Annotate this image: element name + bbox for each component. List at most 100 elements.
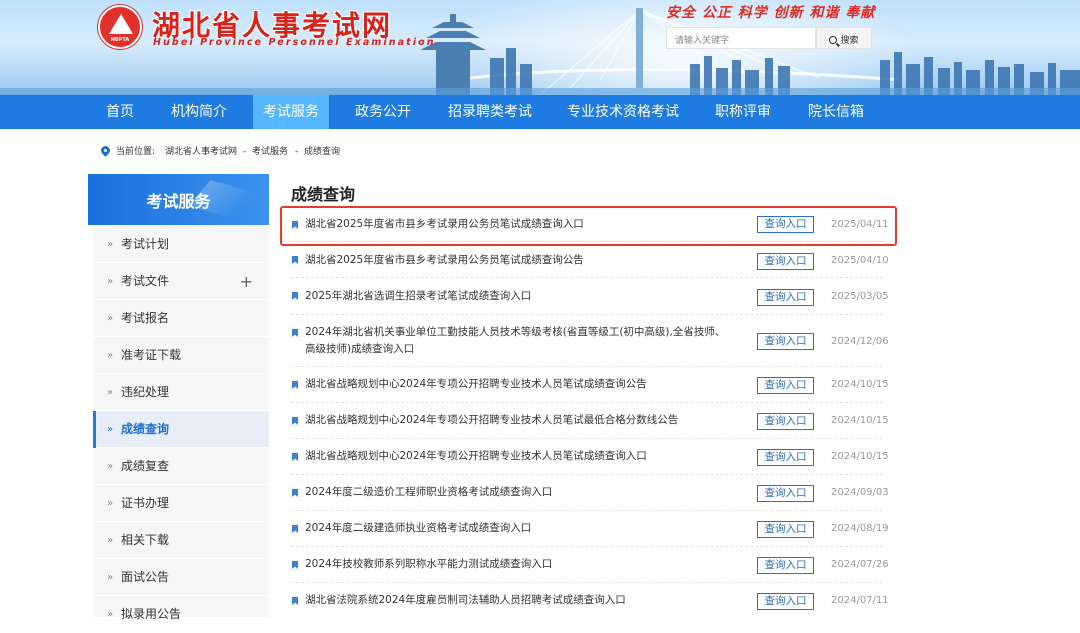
nav-item-director-mailbox[interactable]: 院长信箱 [800,95,872,129]
sidebar-item-label: 成绩复查 [121,459,170,473]
sidebar-item-exam-documents[interactable]: » 考试文件 + [93,263,269,300]
nav-item-title-review[interactable]: 职称评审 [706,95,780,129]
search-input[interactable]: 请输入关键字 [666,27,816,49]
list-item: 2024年技校教师系列职称水平能力测试成绩查询入口 查询入口 2024/07/2… [291,547,889,583]
bookmark-icon [292,561,298,569]
list-item-title[interactable]: 湖北省战略规划中心2024年专项公开招聘专业技术人员笔试成绩查询入口 [305,448,733,465]
list-item-date: 2024/07/11 [831,595,889,606]
sidebar-header: 考试服务 [88,174,269,225]
query-entry-button[interactable]: 查询入口 [757,333,814,350]
list-item-date: 2024/09/03 [831,487,889,498]
logo-triangle-icon [109,14,133,34]
sidebar-item-label: 准考证下载 [121,348,182,362]
list-item-date: 2024/10/15 [831,451,889,462]
sidebar-item-certificate[interactable]: » 证书办理 [93,485,269,522]
sidebar-item-label: 考试计划 [121,237,170,251]
breadcrumb-label: 当前位置: [116,147,156,157]
list-item: 2024年湖北省机关事业单位工勤技能人员技术等级考核(省直等级工(初中高级),全… [291,315,889,367]
bookmark-icon [292,453,298,461]
query-entry-button[interactable]: 查询入口 [757,216,814,233]
list-item: 湖北省战略规划中心2024年专项公开招聘专业技术人员笔试成绩查询公告 查询入口 … [291,367,889,403]
chevron-right-icon: » [107,239,114,250]
list-item-title[interactable]: 2024年湖北省机关事业单位工勤技能人员技术等级考核(省直等级工(初中高级),全… [305,324,733,358]
sidebar-item-exam-plan[interactable]: » 考试计划 [93,226,269,263]
nav-item-recruitment-exams[interactable]: 招录聘类考试 [440,95,540,129]
page-title: 成绩查询 [291,185,356,204]
nav-item-about[interactable]: 机构简介 [163,95,235,129]
sidebar-title: 考试服务 [146,192,211,211]
list-item-title[interactable]: 2024年度二级建造师执业资格考试成绩查询入口 [305,520,733,537]
breadcrumb-home-link[interactable]: 湖北省人事考试网 [165,146,237,158]
query-entry-button[interactable]: 查询入口 [757,521,814,538]
breadcrumb-separator: - [243,147,247,157]
chevron-right-icon: » [107,535,114,546]
nav-item-exam-services[interactable]: 考试服务 [253,95,329,129]
sidebar-item-downloads[interactable]: » 相关下载 [93,522,269,559]
list-item-title[interactable]: 2024年度二级造价工程师职业资格考试成绩查询入口 [305,484,733,501]
sidebar-item-label: 考试文件 [121,274,170,288]
bookmark-icon [292,256,298,264]
list-item-date: 2025/04/10 [831,255,889,266]
sidebar-item-violation-handling[interactable]: » 违纪处理 [93,374,269,411]
list-item: 2025年湖北省选调生招录考试笔试成绩查询入口 查询入口 2025/03/05 [291,278,889,315]
list-item: 湖北省2025年度省市县乡考试录用公务员笔试成绩查询公告 查询入口 2025/0… [291,242,889,278]
list-item-title[interactable]: 湖北省战略规划中心2024年专项公开招聘专业技术人员笔试成绩查询公告 [305,376,733,393]
sidebar-item-score-review[interactable]: » 成绩复查 [93,448,269,485]
query-entry-button[interactable]: 查询入口 [757,557,814,574]
logo-abbr: HBPTA [110,37,130,43]
list-item: 2024年度二级造价工程师职业资格考试成绩查询入口 查询入口 2024/09/0… [291,475,889,511]
bookmark-icon [292,597,298,605]
list-item: 湖北省战略规划中心2024年专项公开招聘专业技术人员笔试成绩查询入口 查询入口 … [291,439,889,475]
breadcrumb-exam-services-link[interactable]: 考试服务 [252,146,288,158]
nav-item-professional-qualification[interactable]: 专业技术资格考试 [560,95,686,129]
sidebar-item-admission-ticket[interactable]: » 准考证下载 [93,337,269,374]
query-entry-button[interactable]: 查询入口 [757,593,814,610]
sidebar-item-label: 拟录用公告 [121,607,182,621]
nav-item-government-affairs[interactable]: 政务公开 [347,95,419,129]
query-entry-button[interactable]: 查询入口 [757,449,814,466]
list-item: 湖北省法院系统2024年度雇员制司法辅助人员招聘考试成绩查询入口 查询入口 20… [291,583,889,617]
list-item-title[interactable]: 湖北省法院系统2024年度雇员制司法辅助人员招聘考试成绩查询入口 [305,592,733,609]
header-banner: HBPTA 湖北省人事考试网 Hubei Province Personnel … [0,0,1080,95]
expand-plus-icon[interactable]: + [240,263,253,300]
chevron-right-icon: » [107,461,114,472]
sidebar-item-label: 考试报名 [121,311,170,325]
list-item-title[interactable]: 湖北省2025年度省市县乡考试录用公务员笔试成绩查询公告 [305,252,733,269]
chevron-right-icon: » [107,276,114,287]
sidebar-item-score-query[interactable]: » 成绩查询 [93,411,269,448]
sidebar-item-exam-registration[interactable]: » 考试报名 [93,300,269,337]
bookmark-icon [292,329,298,337]
search-button[interactable]: 搜索 [816,27,872,49]
query-entry-button[interactable]: 查询入口 [757,413,814,430]
list-item-title[interactable]: 湖北省战略规划中心2024年专项公开招聘专业技术人员笔试最低合格分数线公告 [305,412,733,429]
chevron-right-icon: » [107,313,114,324]
sidebar-item-hiring-notice[interactable]: » 拟录用公告 [93,596,269,633]
sidebar-item-label: 证书办理 [121,496,170,510]
chevron-right-icon: » [107,572,114,583]
query-entry-button[interactable]: 查询入口 [757,377,814,394]
chevron-right-icon: » [107,387,114,398]
query-entry-button[interactable]: 查询入口 [757,485,814,502]
search-button-label: 搜索 [840,36,859,46]
query-entry-button[interactable]: 查询入口 [757,289,814,306]
sidebar-item-interview-notice[interactable]: » 面试公告 [93,559,269,596]
location-pin-icon [99,144,112,157]
main-nav: 首页 机构简介 考试服务 政务公开 招录聘类考试 专业技术资格考试 职称评审 院… [0,95,1080,129]
nav-item-home[interactable]: 首页 [96,95,144,129]
sidebar-item-label: 成绩查询 [121,422,170,436]
list-item-title[interactable]: 2025年湖北省选调生招录考试笔试成绩查询入口 [305,288,733,305]
chevron-right-icon: » [107,424,114,435]
site-slogan: 安全 公正 科学 创新 和谐 奉献 [666,5,876,21]
query-entry-button[interactable]: 查询入口 [757,253,814,270]
sidebar-item-label: 面试公告 [121,570,170,584]
list-item: 2024年度二级建造师执业资格考试成绩查询入口 查询入口 2024/08/19 [291,511,889,547]
list-item-date: 2024/12/06 [831,336,889,347]
chevron-right-icon: » [107,350,114,361]
bookmark-icon [292,292,298,300]
breadcrumb-separator: - [295,147,299,157]
site-logo-emblem[interactable]: HBPTA [98,5,142,49]
sidebar-item-label: 违纪处理 [121,385,170,399]
list-item-title[interactable]: 2024年技校教师系列职称水平能力测试成绩查询入口 [305,556,733,573]
site-subtitle: Hubei Province Personnel Examination [153,37,436,48]
list-item-title[interactable]: 湖北省2025年度省市县乡考试录用公务员笔试成绩查询入口 [305,216,733,233]
